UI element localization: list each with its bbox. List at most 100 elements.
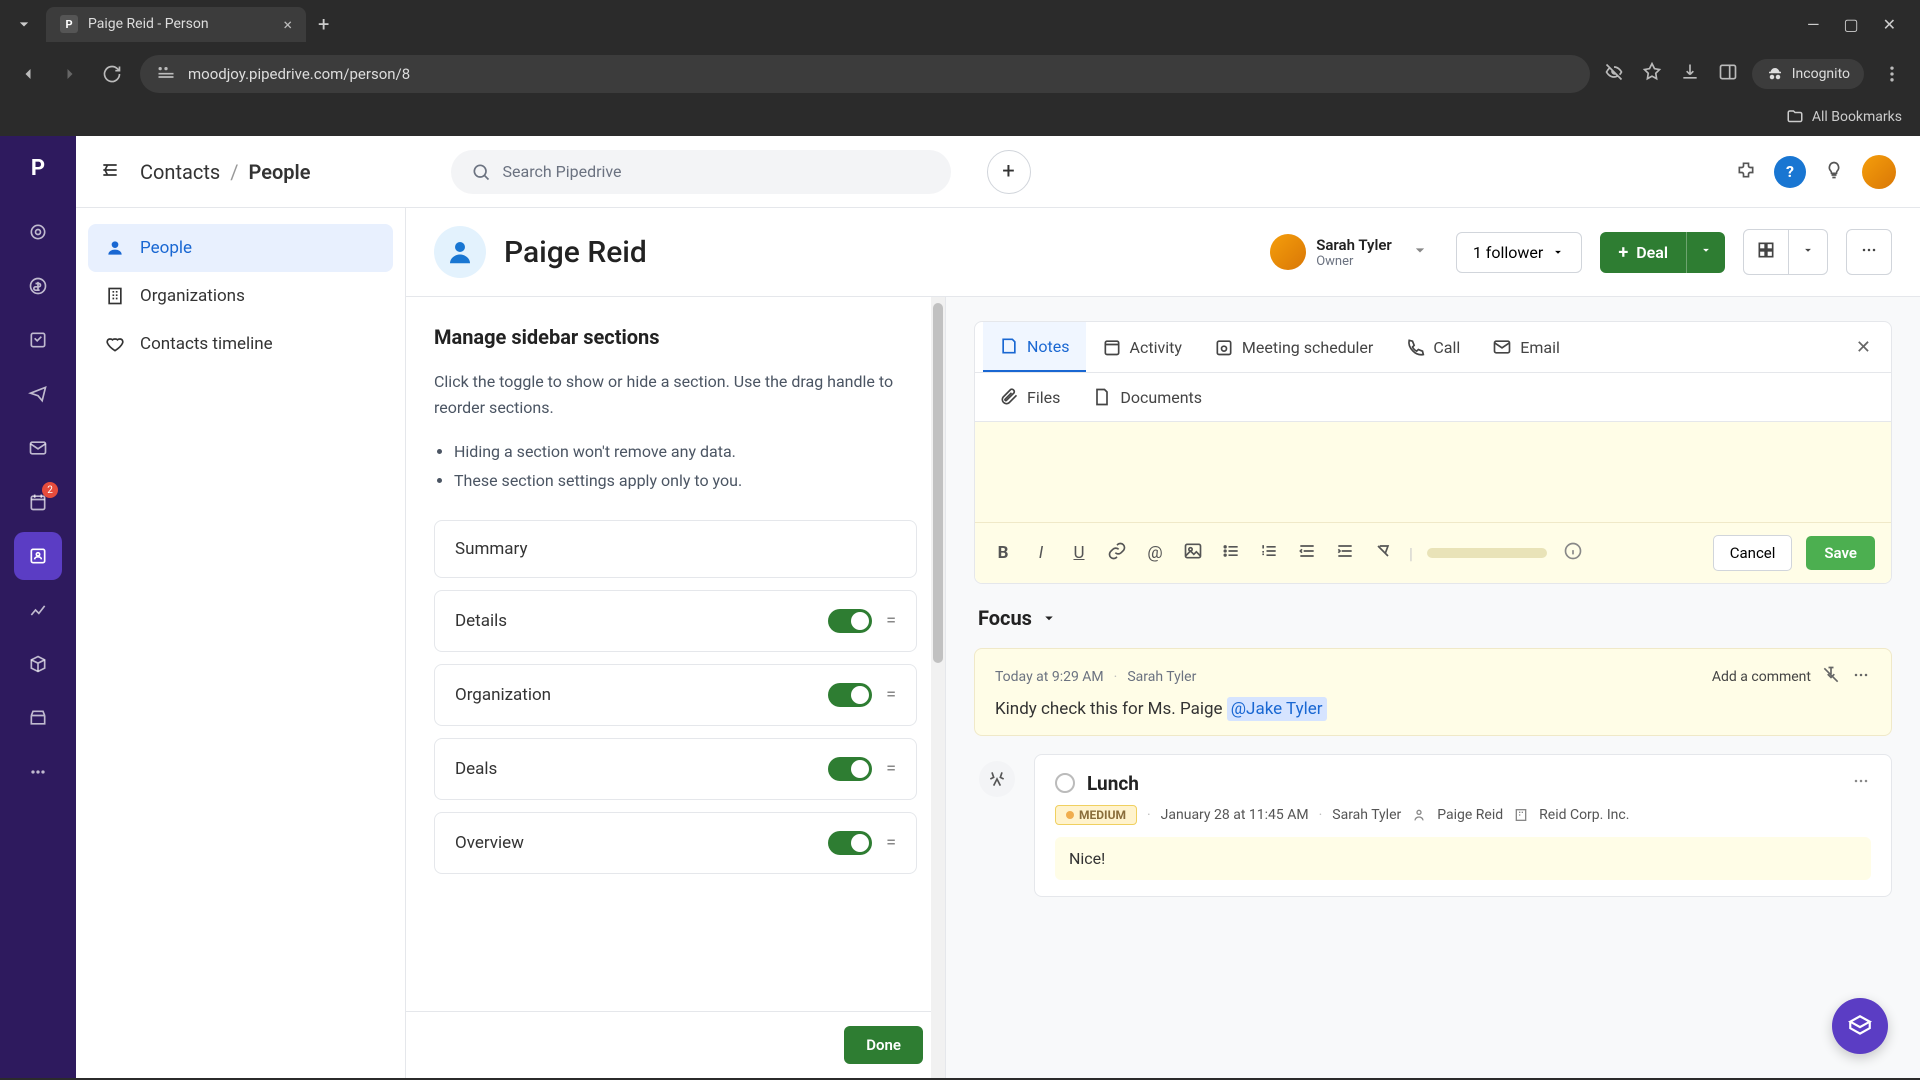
underline-button[interactable]: U <box>1067 543 1091 563</box>
bold-button[interactable]: B <box>991 543 1015 563</box>
info-icon[interactable] <box>1561 541 1585 566</box>
note-mention[interactable]: @Jake Tyler <box>1227 697 1327 721</box>
breadcrumb-root[interactable]: Contacts <box>140 160 220 184</box>
incognito-indicator[interactable]: Incognito <box>1752 59 1864 89</box>
sidenav-item-organizations[interactable]: Organizations <box>88 272 393 320</box>
rail-item-products[interactable] <box>14 640 62 688</box>
rail-item-leads[interactable] <box>14 208 62 256</box>
all-bookmarks-button[interactable]: All Bookmarks <box>1786 108 1902 126</box>
pin-icon[interactable] <box>1821 665 1841 689</box>
window-maximize-icon[interactable]: ▢ <box>1843 15 1858 34</box>
layout-dropdown[interactable] <box>1789 229 1828 275</box>
user-avatar[interactable] <box>1862 155 1896 189</box>
window-close-icon[interactable]: ✕ <box>1883 15 1896 34</box>
rail-item-deals[interactable] <box>14 262 62 310</box>
add-deal-dropdown[interactable] <box>1686 232 1725 273</box>
tips-icon[interactable] <box>1824 160 1844 184</box>
bullet-list-button[interactable] <box>1219 541 1243 566</box>
more-actions-button[interactable] <box>1846 229 1892 275</box>
composer-tab-documents[interactable]: Documents <box>1076 373 1218 421</box>
focus-dropdown[interactable]: Focus <box>978 606 1888 630</box>
bookmark-star-icon[interactable] <box>1642 62 1662 86</box>
rail-item-contacts[interactable] <box>14 532 62 580</box>
eye-off-icon[interactable] <box>1604 62 1624 86</box>
done-button[interactable]: Done <box>844 1026 923 1064</box>
tab-close-icon[interactable]: × <box>283 15 292 34</box>
rail-item-more[interactable] <box>14 748 62 796</box>
note-textarea[interactable] <box>975 422 1891 522</box>
rail-item-marketplace[interactable] <box>14 694 62 742</box>
rail-item-campaigns[interactable] <box>14 370 62 418</box>
link-button[interactable] <box>1105 541 1129 566</box>
rail-item-activities[interactable]: 2 <box>14 478 62 526</box>
followers-button[interactable]: 1 follower <box>1456 232 1582 273</box>
image-button[interactable] <box>1181 541 1205 566</box>
owner-avatar[interactable] <box>1270 234 1306 270</box>
clear-format-button[interactable] <box>1371 541 1395 566</box>
section-toggle[interactable] <box>828 609 872 633</box>
section-toggle[interactable] <box>828 683 872 707</box>
pipedrive-logo[interactable]: P <box>16 146 60 190</box>
help-button[interactable]: ? <box>1774 156 1806 188</box>
search-placeholder: Search Pipedrive <box>503 162 622 181</box>
note-more-icon[interactable] <box>1851 665 1871 689</box>
window-minimize-icon[interactable]: — <box>1807 15 1820 34</box>
tab-list-dropdown[interactable] <box>8 8 40 40</box>
top-bar: Contacts / People Search Pipedrive + ? <box>76 136 1920 208</box>
composer-tab-files[interactable]: Files <box>983 373 1076 421</box>
number-list-button[interactable] <box>1257 541 1281 566</box>
activity-org[interactable]: Reid Corp. Inc. <box>1539 807 1629 823</box>
composer-close-icon[interactable]: ✕ <box>1844 323 1883 372</box>
rail-item-mail[interactable] <box>14 424 62 472</box>
add-deal-button[interactable]: + Deal <box>1600 232 1686 273</box>
drag-handle-icon[interactable]: = <box>886 758 896 779</box>
sidenav-item-timeline[interactable]: Contacts timeline <box>88 320 393 368</box>
drag-handle-icon[interactable]: = <box>886 610 896 631</box>
activity-done-checkbox[interactable] <box>1055 773 1075 793</box>
browser-tab[interactable]: P Paige Reid - Person × <box>46 7 306 42</box>
section-toggle[interactable] <box>828 757 872 781</box>
indent-button[interactable] <box>1333 541 1357 566</box>
owner-role: Owner <box>1316 254 1392 269</box>
sidenav-item-people[interactable]: People <box>88 224 393 272</box>
url-input[interactable]: moodjoy.pipedrive.com/person/8 <box>140 55 1590 93</box>
collapse-sidebar-icon[interactable] <box>100 160 120 184</box>
add-comment-button[interactable]: Add a comment <box>1712 669 1811 685</box>
help-fab[interactable] <box>1832 998 1888 1054</box>
owner-dropdown-icon[interactable] <box>1402 240 1438 264</box>
mention-button[interactable]: @ <box>1143 543 1167 563</box>
italic-button[interactable]: I <box>1029 543 1053 563</box>
downloads-icon[interactable] <box>1680 62 1700 86</box>
save-button[interactable]: Save <box>1806 536 1875 570</box>
composer-tab-notes[interactable]: Notes <box>983 322 1086 372</box>
forward-button[interactable] <box>56 60 84 88</box>
extensions-icon[interactable] <box>1736 160 1756 184</box>
new-tab-button[interactable]: + <box>318 12 329 36</box>
rail-item-projects[interactable] <box>14 316 62 364</box>
activity-title[interactable]: Lunch <box>1087 772 1139 795</box>
activity-person[interactable]: Paige Reid <box>1437 807 1503 823</box>
side-panel-icon[interactable] <box>1718 62 1738 86</box>
drag-handle-icon[interactable]: = <box>886 832 896 853</box>
activity-more-icon[interactable] <box>1851 771 1871 795</box>
reload-button[interactable] <box>98 60 126 88</box>
scrollbar-thumb[interactable] <box>933 303 943 663</box>
browser-menu-icon[interactable] <box>1878 60 1906 88</box>
search-input[interactable]: Search Pipedrive <box>451 150 951 194</box>
drag-handle-icon[interactable]: = <box>886 684 896 705</box>
site-settings-icon[interactable] <box>156 62 176 86</box>
scrollbar-track[interactable] <box>931 297 945 1078</box>
layout-grid-button[interactable] <box>1743 229 1789 275</box>
composer-tab-email[interactable]: Email <box>1476 323 1576 371</box>
section-card-deals: Deals = <box>434 738 917 800</box>
section-toggle[interactable] <box>828 831 872 855</box>
quick-add-button[interactable]: + <box>987 150 1031 194</box>
composer-tab-call[interactable]: Call <box>1389 323 1476 371</box>
composer-tab-activity[interactable]: Activity <box>1086 323 1198 371</box>
composer-tab-meeting[interactable]: Meeting scheduler <box>1198 323 1389 371</box>
back-button[interactable] <box>14 60 42 88</box>
cancel-button[interactable]: Cancel <box>1713 535 1793 571</box>
outdent-button[interactable] <box>1295 541 1319 566</box>
rail-item-insights[interactable] <box>14 586 62 634</box>
sidenav-label: Contacts timeline <box>140 334 273 354</box>
